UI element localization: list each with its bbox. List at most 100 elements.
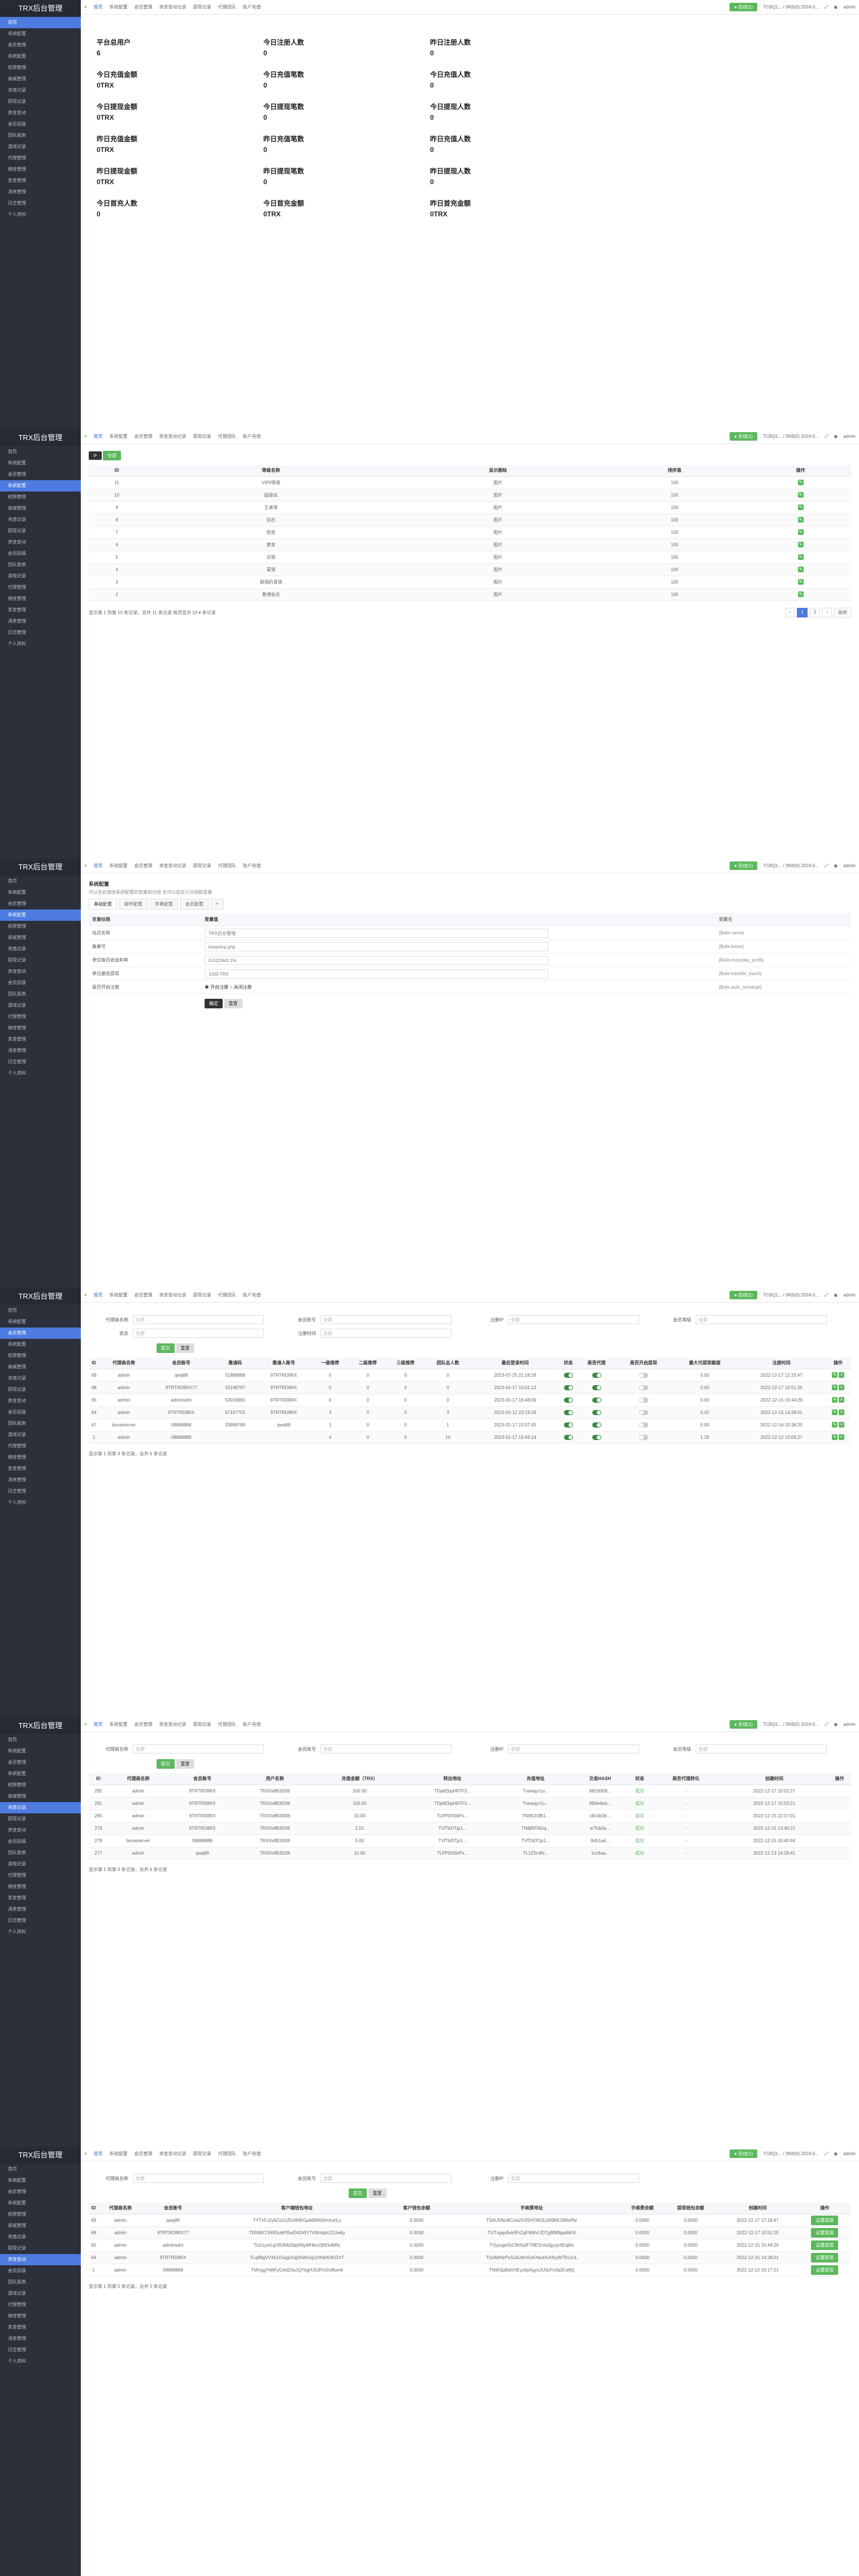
top-tab[interactable]: 代理团队 bbox=[218, 1292, 236, 1298]
top-tab[interactable]: 系统配置 bbox=[110, 1292, 128, 1298]
sidebar-item[interactable]: 会员层级 bbox=[0, 1407, 81, 1418]
status-toggle[interactable] bbox=[592, 1397, 601, 1403]
status-toggle[interactable] bbox=[563, 1397, 573, 1403]
status-toggle[interactable] bbox=[592, 1372, 601, 1378]
top-tab[interactable]: 首页 bbox=[94, 4, 103, 10]
status-toggle[interactable] bbox=[639, 1385, 648, 1390]
filter-input[interactable]: 全部 bbox=[133, 1744, 264, 1753]
sidebar-item[interactable]: 商城管理 bbox=[0, 2220, 81, 2231]
sidebar-item[interactable]: 团队报表 bbox=[0, 130, 81, 141]
sidebar-item[interactable]: 系统配置 bbox=[0, 51, 81, 62]
sidebar-item[interactable]: 游戏记录 bbox=[0, 1000, 81, 1011]
page-button[interactable]: › bbox=[822, 607, 832, 617]
search-button[interactable]: 提交 bbox=[349, 2188, 367, 2198]
top-tab[interactable]: 系统配置 bbox=[110, 863, 128, 869]
page-button[interactable]: ‹ bbox=[785, 607, 795, 617]
top-tab[interactable]: 提现记录 bbox=[193, 863, 211, 869]
edit-icon[interactable]: ✎ bbox=[797, 579, 804, 585]
sidebar-item[interactable]: 日志管理 bbox=[0, 198, 81, 209]
sidebar-item[interactable]: 会员层级 bbox=[0, 1836, 81, 1847]
sidebar-item[interactable]: 系统配置 bbox=[0, 1339, 81, 1350]
sidebar-item[interactable]: 资金变动 bbox=[0, 966, 81, 977]
sidebar-item[interactable]: 首页 bbox=[0, 2164, 81, 2175]
sidebar-item[interactable]: 首页 bbox=[0, 17, 81, 28]
sidebar-item[interactable]: 商城管理 bbox=[0, 73, 81, 85]
edit-icon[interactable]: ✎ bbox=[832, 1385, 838, 1390]
delete-icon[interactable]: × bbox=[839, 1422, 845, 1428]
sidebar-item[interactable]: 游戏记录 bbox=[0, 571, 81, 582]
menu-toggle-icon[interactable]: ≡ bbox=[84, 863, 87, 868]
sidebar-item[interactable]: 资金变动 bbox=[0, 1825, 81, 1836]
filter-input[interactable]: 全部 bbox=[696, 1744, 827, 1753]
top-tab[interactable]: 提现记录 bbox=[193, 1292, 211, 1298]
menu-toggle-icon[interactable]: ≡ bbox=[84, 2151, 87, 2156]
sidebar-item[interactable]: 佣金管理 bbox=[0, 1022, 81, 1034]
edit-icon[interactable]: ✎ bbox=[832, 1372, 838, 1378]
delete-icon[interactable]: × bbox=[839, 1409, 845, 1415]
sidebar-item[interactable]: 代理管理 bbox=[0, 1870, 81, 1881]
filter-input[interactable]: 全部 bbox=[133, 2174, 264, 2183]
set-withdraw-button[interactable]: 设置提现 bbox=[811, 2240, 839, 2250]
sidebar-item[interactable]: 奖金管理 bbox=[0, 1463, 81, 1474]
fullscreen-icon[interactable]: ⤢ bbox=[825, 1293, 828, 1298]
sidebar-item[interactable]: 消息管理 bbox=[0, 1474, 81, 1486]
top-tab[interactable]: 提现记录 bbox=[193, 433, 211, 440]
filter-input[interactable]: 全部 bbox=[320, 1744, 452, 1753]
top-tab[interactable]: 首页 bbox=[94, 1721, 103, 1728]
sidebar-item[interactable]: 权限管理 bbox=[0, 1350, 81, 1361]
status-toggle[interactable] bbox=[563, 1385, 573, 1390]
sidebar-item[interactable]: 会员管理 bbox=[0, 1757, 81, 1768]
sidebar-item[interactable]: 充值记录 bbox=[0, 2231, 81, 2243]
sidebar-item[interactable]: 日志管理 bbox=[0, 1915, 81, 1926]
set-withdraw-button[interactable]: 设置提现 bbox=[811, 2252, 839, 2262]
sidebar-item[interactable]: 提现记录 bbox=[0, 1384, 81, 1395]
top-tab[interactable]: 资金变动记录 bbox=[159, 2151, 186, 2157]
status-toggle[interactable] bbox=[592, 1385, 601, 1390]
sidebar-item[interactable]: 充值记录 bbox=[0, 943, 81, 955]
edit-icon[interactable]: ✎ bbox=[797, 591, 804, 597]
fullscreen-icon[interactable]: ⤢ bbox=[825, 2151, 828, 2157]
sidebar-item[interactable]: 个人资料 bbox=[0, 1068, 81, 1079]
top-tab[interactable]: 提现记录 bbox=[193, 2151, 211, 2157]
status-toggle[interactable] bbox=[563, 1434, 573, 1440]
sidebar-item[interactable]: 游戏记录 bbox=[0, 141, 81, 153]
filter-input[interactable]: 全部 bbox=[508, 1315, 639, 1324]
sidebar-item[interactable]: 奖金管理 bbox=[0, 604, 81, 616]
sidebar-item[interactable]: 权限管理 bbox=[0, 62, 81, 73]
sidebar-item[interactable]: 消息管理 bbox=[0, 186, 81, 198]
sidebar-item[interactable]: 系统配置 bbox=[0, 480, 81, 491]
online-status-button[interactable]: ● 在线(1) bbox=[730, 861, 758, 870]
sidebar-item[interactable]: 佣金管理 bbox=[0, 164, 81, 175]
sidebar-item[interactable]: 奖金管理 bbox=[0, 1892, 81, 1904]
page-button[interactable]: 1 bbox=[797, 607, 808, 617]
fullscreen-icon[interactable]: ⤢ bbox=[825, 863, 828, 869]
top-tab[interactable]: 首页 bbox=[94, 863, 103, 869]
sidebar-item[interactable]: 提现记录 bbox=[0, 955, 81, 966]
filter-input[interactable]: 全部 bbox=[133, 1329, 264, 1338]
user-avatar-icon[interactable]: ◉ bbox=[834, 5, 838, 10]
top-tab[interactable]: 资金变动记录 bbox=[159, 1721, 186, 1728]
sidebar-item[interactable]: 首页 bbox=[0, 1305, 81, 1316]
status-toggle[interactable] bbox=[592, 1422, 601, 1428]
top-tab[interactable]: 资金变动记录 bbox=[159, 4, 186, 10]
online-status-button[interactable]: ● 在线(1) bbox=[730, 3, 758, 11]
sidebar-item[interactable]: 个人资料 bbox=[0, 638, 81, 650]
config-tab[interactable]: 会员配置 bbox=[180, 899, 209, 910]
add-button[interactable]: 全部 bbox=[103, 451, 122, 460]
sidebar-item[interactable]: 系统配置 bbox=[0, 1316, 81, 1328]
sidebar-item[interactable]: 消息管理 bbox=[0, 1045, 81, 1056]
filter-input[interactable]: 全部 bbox=[320, 2174, 452, 2183]
sidebar-item[interactable]: 个人资料 bbox=[0, 1497, 81, 1508]
config-tab[interactable]: 字典配置 bbox=[150, 899, 178, 910]
top-tab[interactable]: 代理团队 bbox=[218, 2151, 236, 2157]
sidebar-item[interactable]: 系统配置 bbox=[0, 458, 81, 469]
delete-icon[interactable]: × bbox=[839, 1385, 845, 1390]
top-tab[interactable]: 代理团队 bbox=[218, 1721, 236, 1728]
menu-toggle-icon[interactable]: ≡ bbox=[84, 434, 87, 439]
top-tab[interactable]: 会员管理 bbox=[135, 433, 153, 440]
sidebar-item[interactable]: 提现记录 bbox=[0, 1813, 81, 1825]
sidebar-item[interactable]: 系统配置 bbox=[0, 1746, 81, 1757]
edit-icon[interactable]: ✎ bbox=[797, 492, 804, 498]
fullscreen-icon[interactable]: ⤢ bbox=[825, 1722, 828, 1728]
sidebar-item[interactable]: 日志管理 bbox=[0, 1056, 81, 1068]
